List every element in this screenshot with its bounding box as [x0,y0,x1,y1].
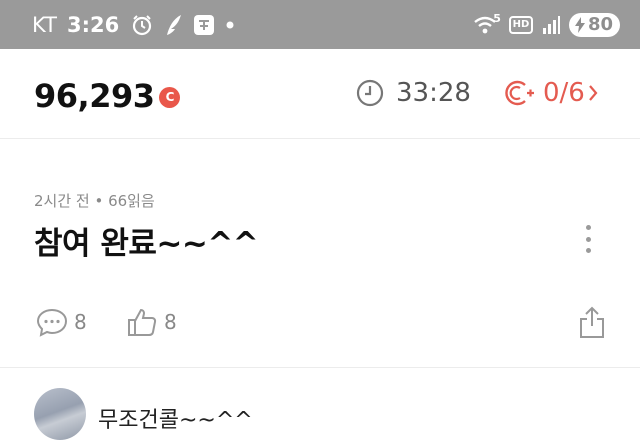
mission-progress-button[interactable]: 0/6 [505,78,598,108]
wifi-icon: 5 [473,11,501,36]
points-balance: 96,293 [34,77,155,115]
battery-charging-icon [574,16,585,33]
comment-text: 무조건콜~~^^ [98,408,253,433]
share-icon [580,306,604,338]
feather-icon [163,13,183,37]
clock-icon [356,79,384,107]
alarm-icon [131,14,153,36]
timer-group: 33:28 [356,78,471,108]
wifi-generation-label: 5 [493,11,501,25]
battery-indicator: 80 [568,12,620,37]
points-header: 96,293 C 33:28 0/6 [0,49,640,139]
status-bar: KT 3:26 5 HD 80 [0,0,640,49]
comment-count: 8 [74,310,87,334]
status-left: KT 3:26 [32,0,245,49]
like-count: 8 [164,310,177,334]
comment-icon [36,307,68,337]
app-badge-icon [193,14,215,36]
dot-icon [225,20,235,30]
carrier-label: KT [32,12,57,37]
status-clock: 3:26 [66,12,120,37]
post-title: 참여 완료~~^^ [34,226,259,262]
thumbs-up-icon [126,307,158,337]
points-group[interactable]: 96,293 C [34,77,181,115]
battery-level: 80 [587,14,613,35]
hd-label: HD [512,19,530,30]
chevron-right-icon [588,84,598,102]
post-action-row: 8 8 [36,305,606,343]
coin-plus-icon [505,79,535,107]
more-options-icon[interactable] [574,222,602,256]
comment-button[interactable]: 8 [36,307,87,337]
signal-icon [541,15,561,35]
hd-icon: HD [508,15,533,34]
timer-value: 33:28 [396,78,471,108]
section-divider [0,367,640,368]
coin-icon: C [159,86,181,108]
share-button[interactable] [578,305,606,343]
mission-progress-value: 0/6 [543,78,585,108]
avatar[interactable] [34,388,86,440]
status-right: 5 HD 80 [473,0,620,49]
like-button[interactable]: 8 [126,307,177,337]
post-meta: 2시간 전 • 66읽음 [34,192,155,210]
